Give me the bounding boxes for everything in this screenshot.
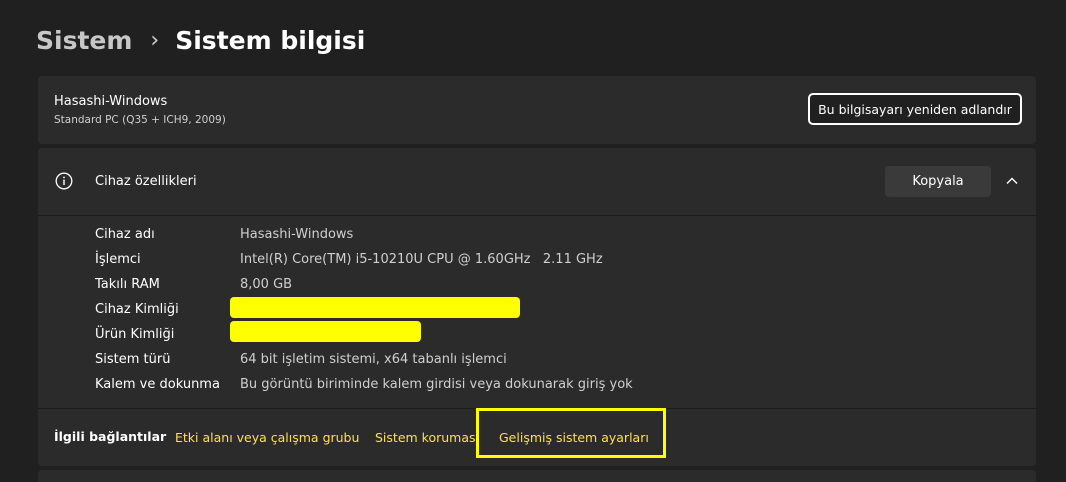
pc-model: Standard PC (Q35 + ICH9, 2009)	[54, 114, 226, 126]
spec-label: Takılı RAM	[95, 277, 160, 292]
spec-label: Cihaz Kimliği	[95, 302, 179, 317]
highlight-annotation	[476, 408, 666, 458]
device-specs-card: Cihaz özellikleri Kopyala Cihaz adı Hasa…	[38, 148, 1036, 466]
related-links-label: İlgili bağlantılar	[54, 429, 167, 444]
chevron-right-icon: ›	[150, 27, 160, 53]
spec-row-pen-touch: Kalem ve dokunma Bu görüntü biriminde ka…	[95, 377, 995, 397]
device-specs-header[interactable]: Cihaz özellikleri Kopyala	[38, 148, 1036, 215]
spec-row-device-id: Cihaz Kimliği	[95, 297, 995, 322]
settings-page: Sistem › Sistem bilgisi Hasashi-Windows …	[0, 0, 1066, 482]
device-specs-title: Cihaz özellikleri	[95, 174, 197, 189]
info-icon	[55, 172, 73, 190]
spec-row-system-type: Sistem türü 64 bit işletim sistemi, x64 …	[95, 352, 995, 372]
pc-name: Hasashi-Windows	[54, 94, 168, 109]
breadcrumb-parent-sistem[interactable]: Sistem	[36, 26, 132, 55]
copy-button[interactable]: Kopyala	[885, 166, 991, 197]
spec-label: Cihaz adı	[95, 227, 155, 242]
spec-row-ram: Takılı RAM 8,00 GB	[95, 277, 995, 297]
related-link-system-protection[interactable]: Sistem koruması	[375, 430, 479, 445]
next-card-edge	[38, 470, 1036, 482]
redaction-mark	[230, 321, 421, 342]
redaction-mark	[230, 297, 520, 318]
page-title: Sistem bilgisi	[175, 25, 366, 55]
rename-pc-button[interactable]: Bu bilgisayarı yeniden adlandır	[808, 93, 1022, 125]
breadcrumb: Sistem › Sistem bilgisi	[36, 22, 365, 58]
spec-value[interactable]: Hasashi-Windows	[240, 227, 353, 242]
spec-value[interactable]: Bu görüntü biriminde kalem girdisi veya …	[240, 377, 633, 392]
spec-row-processor: İşlemci Intel(R) Core(TM) i5-10210U CPU …	[95, 252, 995, 272]
divider	[38, 215, 1036, 216]
spec-label: İşlemci	[95, 252, 141, 267]
spec-value[interactable]: Intel(R) Core(TM) i5-10210U CPU @ 1.60GH…	[240, 252, 603, 267]
spec-value[interactable]: 8,00 GB	[240, 277, 292, 292]
spec-value[interactable]: 64 bit işletim sistemi, x64 tabanlı işle…	[240, 352, 507, 367]
spec-label: Ürün Kimliği	[95, 327, 175, 342]
chevron-up-icon[interactable]	[1004, 173, 1020, 189]
spec-label: Sistem türü	[95, 352, 171, 367]
pc-name-card: Hasashi-Windows Standard PC (Q35 + ICH9,…	[38, 76, 1036, 144]
related-link-domain-workgroup[interactable]: Etki alanı veya çalışma grubu	[175, 430, 359, 445]
spec-label: Kalem ve dokunma	[95, 377, 220, 392]
spec-row-device-name: Cihaz adı Hasashi-Windows	[95, 227, 995, 247]
spec-row-product-id: Ürün Kimliği	[95, 321, 995, 347]
